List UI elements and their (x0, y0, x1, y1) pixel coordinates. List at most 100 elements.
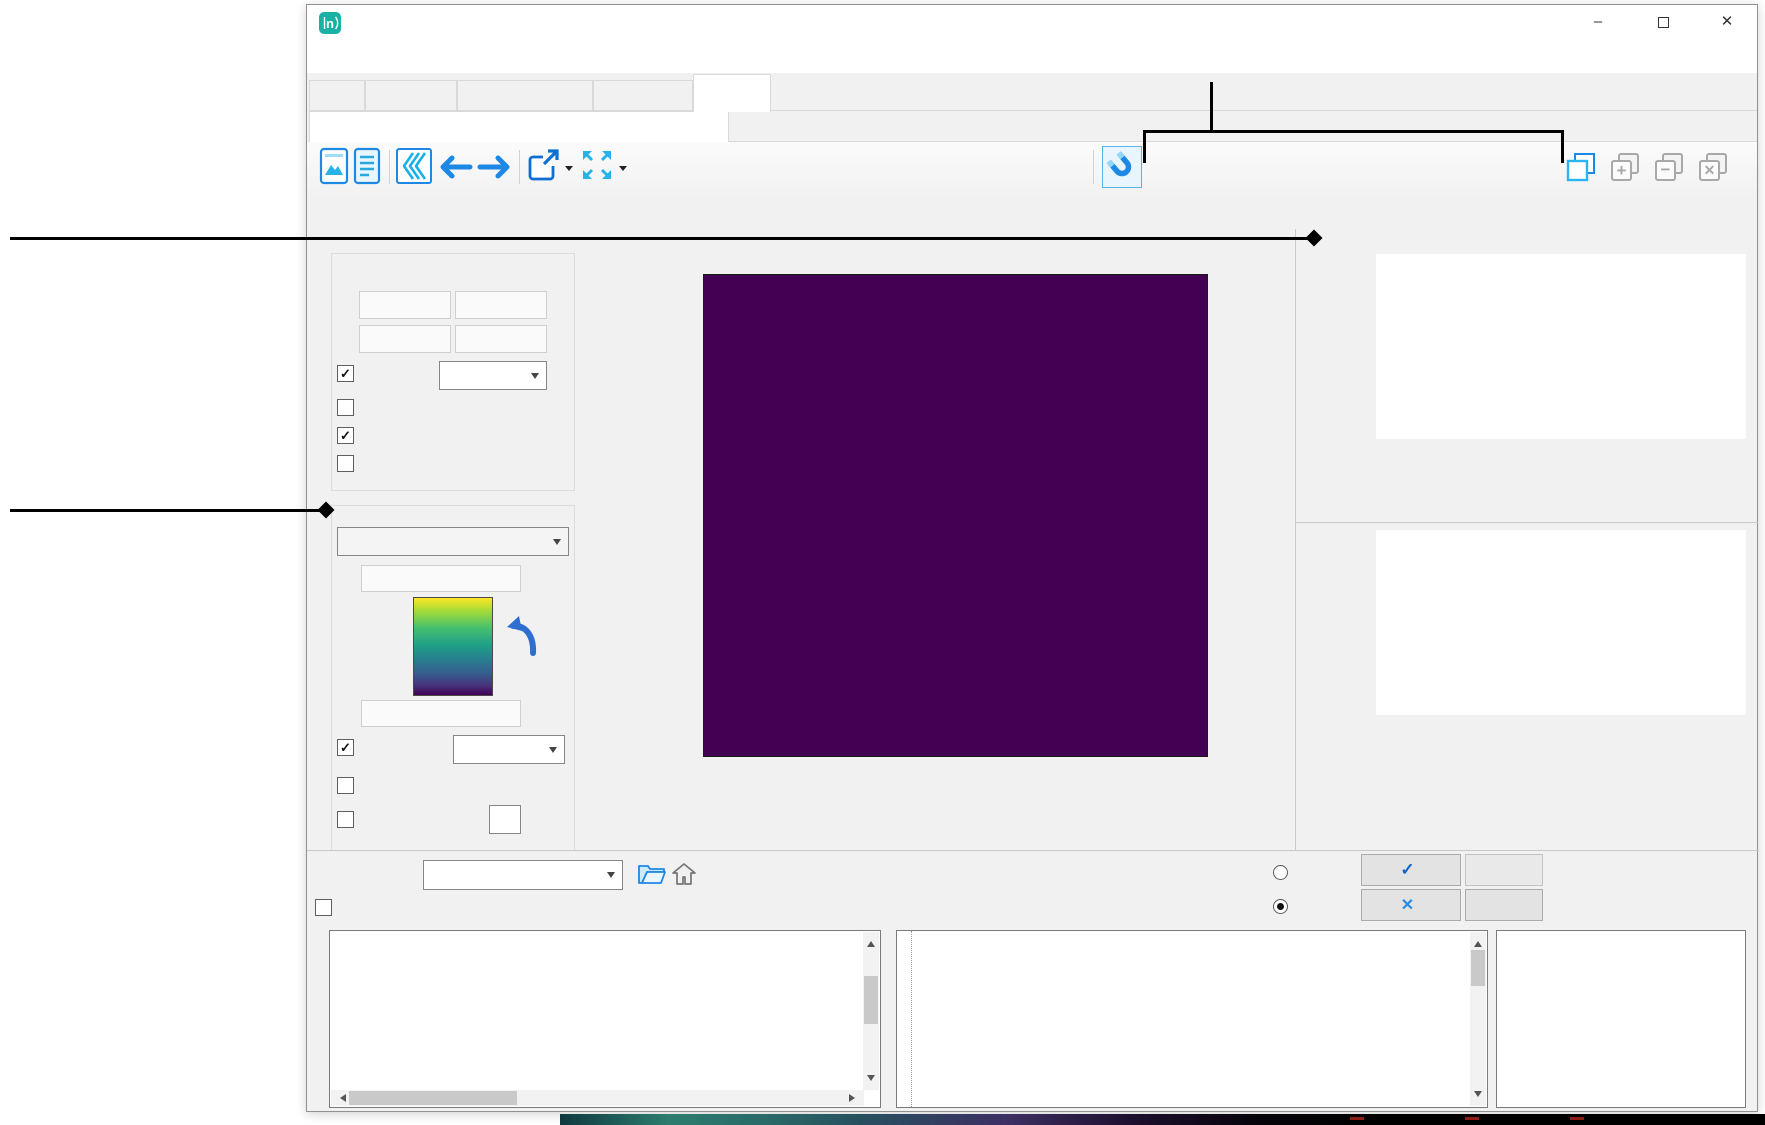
tab-template-beta[interactable] (457, 80, 593, 111)
app-logo-icon: n (319, 12, 341, 34)
order-folders-checkbox[interactable] (315, 899, 332, 916)
x-max-field[interactable] (455, 291, 547, 319)
tab-template[interactable] (365, 80, 457, 111)
close-button[interactable]: ✕ (1695, 5, 1759, 41)
folder-list[interactable] (329, 930, 881, 1108)
copy-plot-button[interactable] (1565, 151, 1597, 183)
file-path (341, 201, 349, 216)
fix-middle-checkbox[interactable] (337, 811, 354, 828)
plot-view-icon (319, 147, 349, 185)
reverse-colormap-icon[interactable] (505, 613, 539, 657)
text-view-button[interactable] (353, 147, 381, 185)
annotation-coords-tick-right (1561, 130, 1564, 163)
tab-simulation[interactable] (593, 80, 693, 111)
fullscreen-dropdown-caret[interactable] (619, 166, 627, 175)
scrollbar-thumb[interactable] (349, 1091, 517, 1105)
export-icon (525, 147, 561, 183)
remove-page-button[interactable]: − (1653, 151, 1685, 183)
forward-button[interactable] (477, 154, 515, 180)
magnet-icon (1102, 147, 1141, 187)
slices-button[interactable] (395, 147, 433, 185)
auto-scale-select[interactable] (453, 735, 565, 764)
scrollbar-thumb[interactable] (1471, 950, 1485, 986)
toolbar-separator (389, 150, 390, 184)
auto-select-colormap-checkbox[interactable] (337, 777, 354, 794)
vertical-slice-ylabel (1311, 488, 1327, 673)
fullscreen-icon (579, 147, 615, 183)
color-max-field[interactable] (361, 565, 521, 592)
folder-list-vscrollbar[interactable] (863, 932, 879, 1090)
fullscreen-button[interactable] (579, 147, 615, 183)
main-plot-ylabel (645, 471, 661, 531)
panel-divider-vertical[interactable] (1295, 229, 1296, 851)
export-dropdown-caret[interactable] (565, 166, 573, 175)
x-min-field[interactable] (359, 291, 451, 319)
uncheck-button[interactable]: ✕ (1361, 889, 1461, 921)
minimize-button[interactable]: – (1566, 5, 1630, 41)
fix-middle-value-field[interactable] (489, 805, 521, 834)
remove-page-icon: − (1653, 151, 1685, 183)
add-page-button[interactable]: + (1609, 151, 1641, 183)
simulation-dir-combo[interactable] (423, 860, 623, 890)
y-max-field[interactable] (455, 325, 547, 353)
vertical-slice-plot (1376, 526, 1759, 802)
toolbar-separator (1093, 150, 1094, 184)
show-overlay-checkbox[interactable] (337, 427, 354, 444)
scroll-up-icon (867, 937, 875, 947)
snap-to-grid-button[interactable] (1102, 146, 1142, 188)
show-data-grid-checkbox[interactable] (337, 399, 354, 416)
scroll-down-icon (867, 1075, 875, 1085)
svg-text:−: − (1661, 160, 1671, 179)
full-size-checkbox[interactable] (337, 365, 354, 382)
bottom-divider (307, 850, 1759, 851)
list-view-radio[interactable] (1273, 899, 1288, 914)
file-tabstrip (309, 111, 1757, 142)
vertical-slice-canvas (1376, 530, 1746, 715)
full-size-select[interactable] (439, 361, 547, 390)
back-arrow-icon (435, 154, 473, 180)
hide-constant-checkbox[interactable] (337, 455, 354, 472)
svg-text:+: + (1617, 161, 1627, 180)
path-row (307, 201, 1757, 227)
file-tab[interactable] (309, 111, 729, 142)
back-button[interactable] (435, 154, 473, 180)
maximize-button[interactable] (1631, 5, 1695, 41)
scroll-down-icon (1474, 1091, 1482, 1101)
open-folder-icon[interactable] (637, 862, 667, 887)
color-min-field[interactable] (361, 700, 521, 727)
colormap-select[interactable] (337, 527, 569, 556)
red-curve-fragment (1350, 1117, 1364, 1120)
home-icon[interactable] (671, 861, 697, 887)
horizontal-slice-plot (1376, 250, 1759, 526)
annotation-colors-line (10, 509, 324, 512)
tree-view-radio[interactable] (1273, 865, 1288, 880)
toolbar: + − ✕ (307, 142, 1757, 200)
tab-input[interactable] (309, 80, 365, 111)
file-list-vscrollbar[interactable] (1470, 932, 1486, 1106)
forward-arrow-icon (477, 154, 515, 180)
toolbar-separator (519, 150, 520, 184)
colorbar (413, 597, 493, 696)
y-min-field[interactable] (359, 325, 451, 353)
dataset-list[interactable] (1496, 930, 1746, 1108)
export-button[interactable] (525, 147, 561, 183)
main-plot (703, 241, 1208, 821)
deselect-button[interactable] (1465, 889, 1543, 921)
scrollbar-thumb[interactable] (864, 976, 878, 1024)
close-page-button[interactable]: ✕ (1697, 151, 1729, 183)
file-list[interactable] (896, 930, 1488, 1108)
add-page-icon: + (1609, 151, 1641, 183)
title-bar: n – ✕ (307, 5, 1757, 41)
heatmap-canvas[interactable] (703, 274, 1208, 757)
plot-view-button[interactable] (319, 147, 349, 185)
svg-text:✕: ✕ (1704, 162, 1716, 178)
select-button[interactable] (1465, 854, 1543, 886)
tab-output[interactable] (693, 74, 771, 112)
close-page-icon: ✕ (1697, 151, 1729, 183)
scroll-up-icon (1474, 937, 1482, 947)
folder-list-hscrollbar[interactable] (331, 1090, 864, 1106)
auto-scale-checkbox[interactable] (337, 739, 354, 756)
check-button[interactable]: ✓ (1361, 854, 1461, 886)
horizontal-slice-canvas (1376, 254, 1746, 439)
slices-icon (395, 147, 433, 185)
